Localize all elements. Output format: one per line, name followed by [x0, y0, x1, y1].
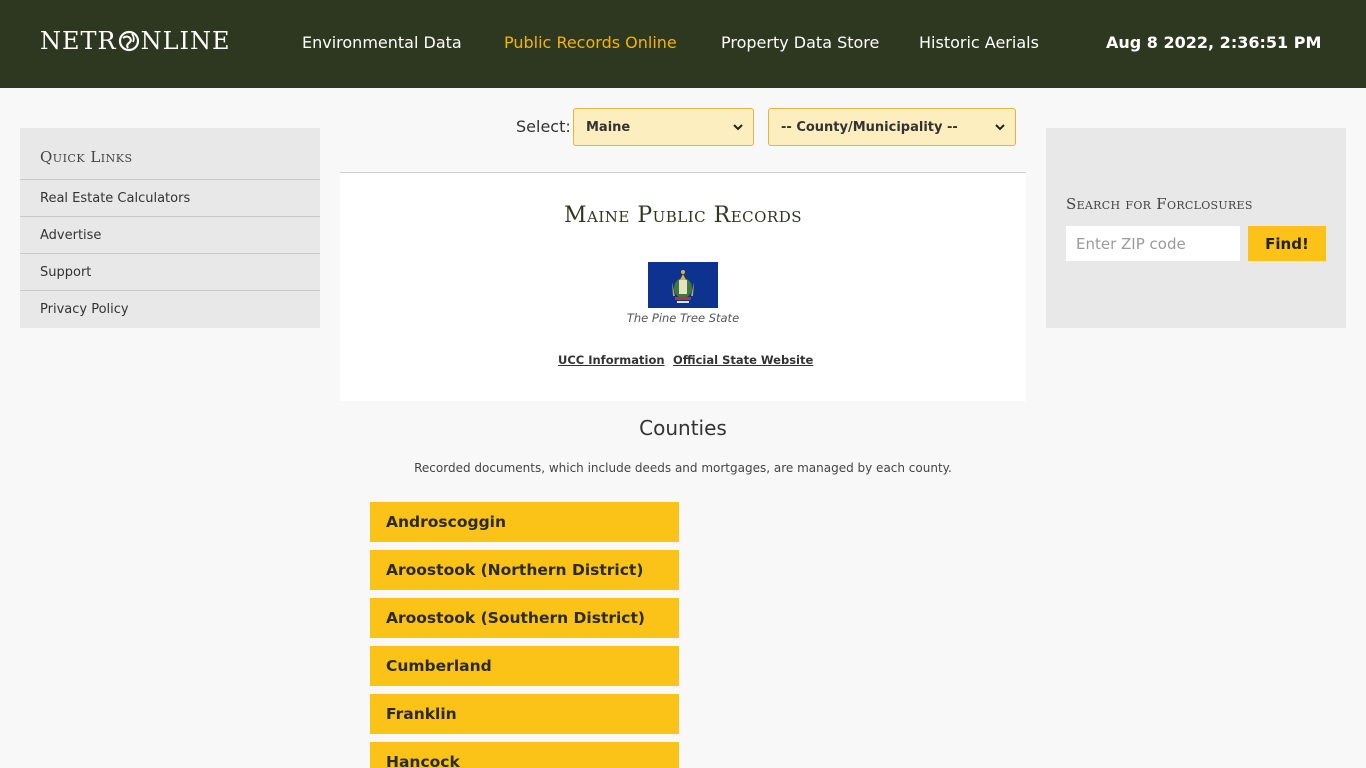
- find-button[interactable]: Find!: [1248, 226, 1326, 261]
- logo-text-right: NLINE: [140, 27, 231, 55]
- county-select[interactable]: -- County/Municipality --: [768, 108, 1016, 146]
- county-hancock[interactable]: Hancock: [370, 742, 679, 768]
- county-label: Cumberland: [386, 657, 492, 675]
- zip-code-input[interactable]: [1066, 226, 1240, 261]
- county-label: Franklin: [386, 705, 457, 723]
- state-info-card: Maine Public Records The Pine Tree State…: [340, 172, 1026, 401]
- county-franklin[interactable]: Franklin: [370, 694, 679, 734]
- state-nickname: The Pine Tree State: [626, 311, 740, 325]
- quick-link-advertise[interactable]: Advertise: [20, 216, 320, 253]
- chevron-down-icon: [995, 124, 1005, 131]
- quick-link-label[interactable]: Advertise: [40, 228, 101, 243]
- quick-links-title: Quick Links: [40, 148, 133, 166]
- foreclosure-search-title: Search for Forclosures: [1066, 195, 1253, 213]
- county-label: Hancock: [386, 753, 460, 768]
- quick-links-panel: Quick Links Real Estate Calculators Adve…: [20, 128, 320, 328]
- nav-public-records-online[interactable]: Public Records Online: [504, 33, 677, 52]
- site-logo[interactable]: NETR NLINE: [40, 27, 231, 55]
- datetime-display: Aug 8 2022, 2:36:51 PM: [1106, 33, 1322, 52]
- quick-link-support[interactable]: Support: [20, 253, 320, 290]
- official-state-website-link[interactable]: Official State Website: [673, 353, 813, 367]
- page-title: Maine Public Records: [563, 203, 803, 228]
- quick-link-real-estate-calculators[interactable]: Real Estate Calculators: [20, 179, 320, 216]
- county-aroostook-southern[interactable]: Aroostook (Southern District): [370, 598, 679, 638]
- county-label: Aroostook (Northern District): [386, 561, 644, 579]
- county-select-value: -- County/Municipality --: [781, 120, 958, 135]
- quick-link-privacy-policy[interactable]: Privacy Policy: [20, 290, 320, 327]
- state-select[interactable]: Maine: [573, 108, 754, 146]
- state-select-value: Maine: [586, 120, 631, 135]
- chevron-down-icon: [733, 124, 743, 131]
- nav-environmental-data[interactable]: Environmental Data: [302, 33, 462, 52]
- foreclosure-search-panel: Search for Forclosures Find!: [1046, 128, 1346, 328]
- nav-historic-aerials[interactable]: Historic Aerials: [919, 33, 1039, 52]
- nav-property-data-store[interactable]: Property Data Store: [721, 33, 879, 52]
- top-navigation-bar: NETR NLINE Environmental Data Public Rec…: [0, 0, 1366, 88]
- county-aroostook-northern[interactable]: Aroostook (Northern District): [370, 550, 679, 590]
- counties-description: Recorded documents, which include deeds …: [414, 461, 952, 475]
- counties-heading: Counties: [639, 416, 727, 440]
- quick-link-label[interactable]: Support: [40, 265, 91, 280]
- quick-link-label[interactable]: Real Estate Calculators: [40, 191, 190, 206]
- county-label: Androscoggin: [386, 513, 507, 531]
- logo-text-left: NETR: [40, 27, 117, 55]
- ucc-information-link[interactable]: UCC Information: [558, 353, 665, 367]
- county-androscoggin[interactable]: Androscoggin: [370, 502, 679, 542]
- county-label: Aroostook (Southern District): [386, 609, 645, 627]
- globe-icon: [118, 30, 139, 52]
- maine-flag-image: [648, 262, 718, 308]
- quick-link-label[interactable]: Privacy Policy: [40, 302, 129, 317]
- county-cumberland[interactable]: Cumberland: [370, 646, 679, 686]
- select-label: Select:: [516, 117, 571, 136]
